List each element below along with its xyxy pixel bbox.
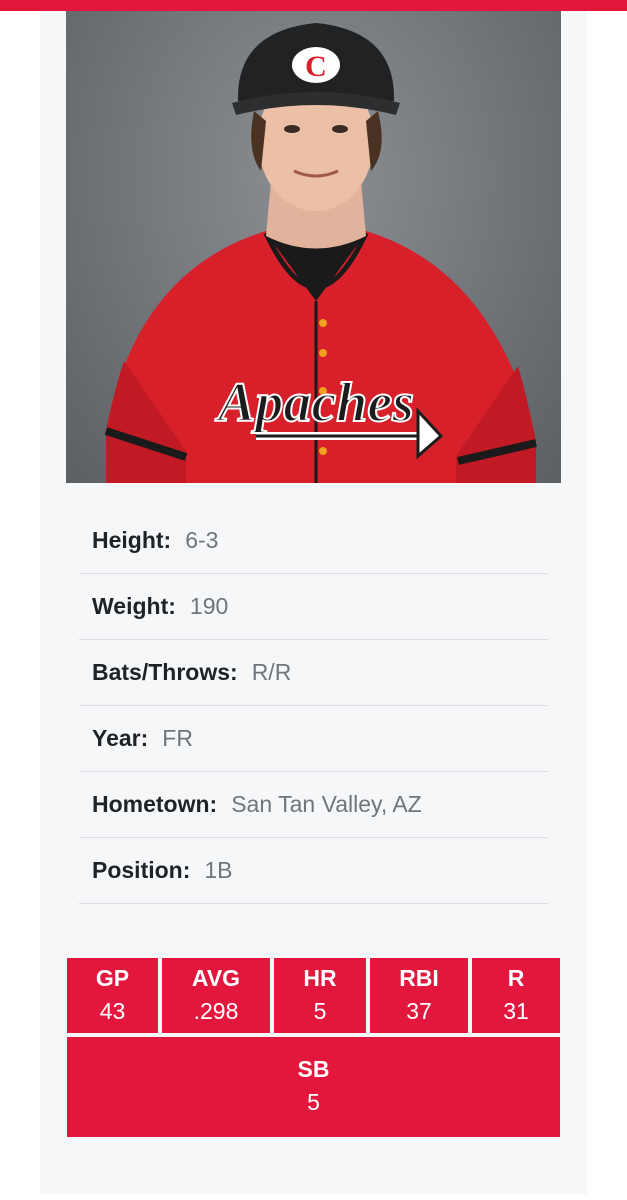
stat-value: 5 — [313, 997, 327, 1024]
stat-label: GP — [95, 964, 130, 991]
top-accent-bar — [0, 0, 627, 11]
detail-label: Height: — [92, 527, 172, 553]
detail-label: Year: — [92, 725, 149, 751]
detail-value: 190 — [189, 593, 229, 619]
stat-label: R — [507, 964, 525, 991]
detail-row-year: Year: FR — [79, 706, 548, 772]
player-photo: C Apaches — [66, 11, 561, 483]
stat-label: HR — [303, 964, 337, 991]
cap-logo-text: C — [305, 50, 327, 83]
stat-value: 5 — [307, 1089, 320, 1115]
stat-value: .298 — [193, 997, 239, 1024]
detail-value: 6-3 — [185, 527, 219, 553]
detail-value: San Tan Valley, AZ — [231, 791, 422, 817]
detail-label: Weight: — [92, 593, 176, 619]
stat-cell-rbi: RBI 37 — [370, 958, 468, 1033]
detail-label: Position: — [92, 857, 191, 883]
stats-table: GP 43 AVG .298 HR 5 RBI 37 R 31 SB 5 — [67, 958, 560, 1137]
detail-row-weight: Weight: 190 — [79, 574, 548, 640]
detail-row-hometown: Hometown: San Tan Valley, AZ — [79, 772, 548, 838]
stat-cell-r: R 31 — [472, 958, 560, 1033]
detail-row-height: Height: 6-3 — [79, 508, 548, 574]
player-details-list: Height: 6-3 Weight: 190 Bats/Throws: R/R… — [79, 508, 548, 904]
stat-value: 31 — [503, 997, 529, 1024]
stat-label: AVG — [191, 964, 241, 991]
stat-cell-sb: SB 5 — [67, 1037, 560, 1137]
stat-value: 43 — [99, 997, 126, 1024]
stat-label: RBI — [399, 964, 439, 991]
stat-cell-hr: HR 5 — [274, 958, 366, 1033]
stat-label: SB — [297, 1056, 330, 1082]
detail-value: R/R — [251, 659, 292, 685]
detail-value: FR — [162, 725, 193, 751]
detail-value: 1B — [204, 857, 233, 883]
detail-row-position: Position: 1B — [79, 838, 548, 904]
detail-row-bats-throws: Bats/Throws: R/R — [79, 640, 548, 706]
jersey-script-text: Apaches — [215, 372, 414, 434]
stat-value: 37 — [406, 997, 432, 1024]
detail-label: Hometown: — [92, 791, 218, 817]
stats-row: GP 43 AVG .298 HR 5 RBI 37 R 31 — [67, 958, 560, 1033]
stat-cell-gp: GP 43 — [67, 958, 158, 1033]
detail-label: Bats/Throws: — [92, 659, 238, 685]
stat-cell-avg: AVG .298 — [162, 958, 270, 1033]
player-profile-card: C Apaches Height: 6-3 Weight: 190 Bats/T… — [40, 11, 587, 1194]
